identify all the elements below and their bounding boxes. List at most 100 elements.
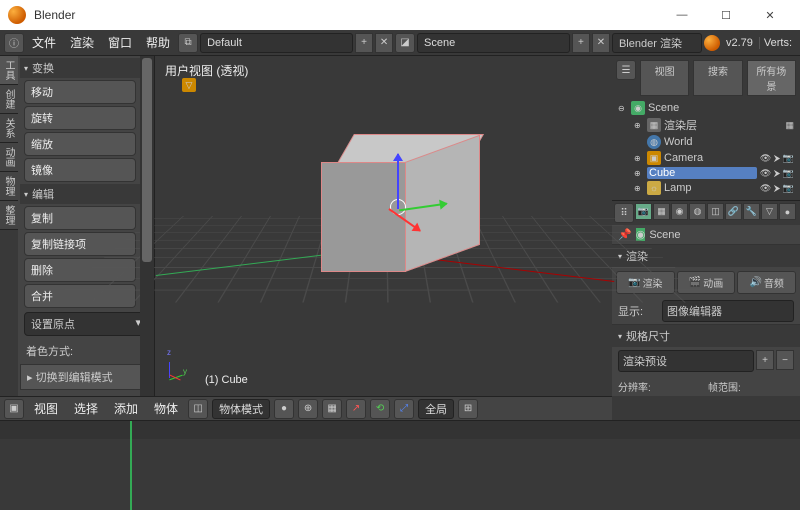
scene-browse-icon[interactable]: ◪ bbox=[395, 33, 415, 53]
viewport-3d[interactable]: 用户视图 (透视) z y (1) Cube bbox=[155, 56, 612, 396]
menu-window[interactable]: 窗口 bbox=[102, 32, 138, 53]
mode-select[interactable]: 物体模式 bbox=[212, 399, 270, 419]
shading-solid-icon[interactable]: ● bbox=[274, 399, 294, 419]
toolshelf-scrollbar[interactable] bbox=[140, 56, 154, 396]
ptab-modifiers[interactable]: 🔧 bbox=[743, 203, 760, 220]
dimensions-section-header[interactable]: 规格尺寸 bbox=[612, 325, 800, 347]
framerange-label: 帧范围: bbox=[708, 377, 794, 396]
switch-editmode-button[interactable]: ▸ 切换到编辑模式 bbox=[20, 364, 152, 390]
layout-field[interactable]: Default bbox=[200, 33, 353, 53]
ptab-render[interactable]: 📷 bbox=[635, 203, 652, 220]
layers-widget[interactable]: ▦ bbox=[322, 399, 342, 419]
active-object-label: (1) Cube bbox=[205, 374, 248, 386]
minimize-button[interactable]: — bbox=[660, 0, 704, 30]
stats-label: Verts: bbox=[759, 37, 796, 49]
right-panel: ☰ 视图 搜索 所有场景 ⊖◉Scene ⊕▦渲染层▦ ◍World ⊕▣Cam… bbox=[612, 56, 800, 396]
outliner-row-lamp[interactable]: ⊕☼Lamp👁 ⮞ 📷 bbox=[618, 180, 794, 196]
mirror-button[interactable]: 镜像 bbox=[24, 158, 136, 182]
viewport-editor-icon[interactable]: ▣ bbox=[4, 399, 24, 419]
maximize-button[interactable]: ☐ bbox=[704, 0, 748, 30]
shading-label: 着色方式: bbox=[20, 340, 152, 362]
outliner-tab-view[interactable]: 视图 bbox=[640, 60, 689, 96]
vpmenu-object[interactable]: 物体 bbox=[148, 398, 184, 419]
cube-object[interactable] bbox=[337, 134, 477, 274]
outliner-tab-allscenes[interactable]: 所有场景 bbox=[747, 60, 796, 96]
layout-remove-button[interactable]: ✕ bbox=[375, 33, 393, 53]
mini-axis-icon: z y bbox=[165, 352, 195, 382]
manipulator-rotate-icon[interactable]: ⟲ bbox=[370, 399, 390, 419]
translate-button[interactable]: 移动 bbox=[24, 80, 136, 104]
outliner-editor-icon[interactable]: ☰ bbox=[616, 60, 636, 80]
tooltab-physics[interactable]: 物理 bbox=[0, 172, 18, 201]
window-titlebar: Blender — ☐ ✕ bbox=[0, 0, 800, 30]
outliner-scene-row[interactable]: ⊖◉Scene bbox=[618, 100, 794, 116]
outliner: ☰ 视图 搜索 所有场景 ⊖◉Scene ⊕▦渲染层▦ ◍World ⊕▣Cam… bbox=[612, 56, 800, 200]
info-header: ⓘ 文件 渲染 窗口 帮助 ⧉ Default + ✕ ◪ Scene + ✕ … bbox=[0, 30, 800, 56]
outliner-tab-search[interactable]: 搜索 bbox=[693, 60, 742, 96]
menu-file[interactable]: 文件 bbox=[26, 32, 62, 53]
tooltab-tools[interactable]: 工具 bbox=[0, 56, 18, 85]
ptab-object[interactable]: ◫ bbox=[707, 203, 724, 220]
tooltab-create[interactable]: 创建 bbox=[0, 85, 18, 114]
preset-add-button[interactable]: + bbox=[756, 350, 774, 370]
blender-logo-icon bbox=[8, 6, 26, 24]
mesh-icon: ▽ bbox=[182, 78, 196, 92]
display-label: 显示: bbox=[618, 303, 658, 319]
outliner-tree: ⊖◉Scene ⊕▦渲染层▦ ◍World ⊕▣Camera👁 ⮞ 📷 ⊕▽Cu… bbox=[614, 98, 798, 198]
lamp-icon: ☼ bbox=[647, 181, 661, 195]
vpmenu-select[interactable]: 选择 bbox=[68, 398, 104, 419]
scene-field[interactable]: Scene bbox=[417, 33, 570, 53]
scale-button[interactable]: 缩放 bbox=[24, 132, 136, 156]
orientation-select[interactable]: 全局 bbox=[418, 399, 454, 419]
vpmenu-view[interactable]: 视图 bbox=[28, 398, 64, 419]
layout-browse-icon[interactable]: ⧉ bbox=[178, 33, 198, 53]
blender-icon bbox=[704, 35, 720, 51]
outliner-row-camera[interactable]: ⊕▣Camera👁 ⮞ 📷 bbox=[618, 150, 794, 166]
outliner-row-cube[interactable]: ⊕▽Cube👁 ⮞ 📷 bbox=[618, 166, 794, 180]
display-select[interactable]: 图像编辑器 bbox=[662, 300, 794, 322]
tool-panel: 变换 移动 旋转 缩放 镜像 编辑 复制 复制链接项 删除 合并 设置原点▾ 着… bbox=[18, 56, 154, 396]
close-button[interactable]: ✕ bbox=[748, 0, 792, 30]
menu-help[interactable]: 帮助 bbox=[140, 32, 176, 53]
gizmo-z-arrow[interactable] bbox=[397, 154, 399, 209]
timeline-playhead[interactable] bbox=[130, 421, 132, 510]
tooltab-relations[interactable]: 关系 bbox=[0, 114, 18, 143]
scene-remove-button[interactable]: ✕ bbox=[592, 33, 610, 53]
preset-remove-button[interactable]: − bbox=[776, 350, 794, 370]
manipulator-translate-icon[interactable]: ↗ bbox=[346, 399, 366, 419]
timeline-ruler[interactable] bbox=[0, 421, 800, 439]
snap-icon[interactable]: ⊞ bbox=[458, 399, 478, 419]
render-preset-select[interactable]: 渲染预设 bbox=[618, 350, 754, 372]
layout-add-button[interactable]: + bbox=[355, 33, 373, 53]
ptab-scene[interactable]: ◉ bbox=[671, 203, 688, 220]
viewport-header: ▣ 视图 选择 添加 物体 ◫ 物体模式 ● ⊕ ▦ ↗ ⟲ ⤢ 全局 ⊞ bbox=[0, 396, 612, 420]
ptab-world[interactable]: ◍ bbox=[689, 203, 706, 220]
transform-header[interactable]: 变换 bbox=[20, 58, 152, 78]
resolution-label: 分辨率: bbox=[618, 377, 704, 396]
duplicate-button[interactable]: 复制 bbox=[24, 206, 136, 230]
manipulator-scale-icon[interactable]: ⤢ bbox=[394, 399, 414, 419]
ptab-material[interactable]: ● bbox=[779, 203, 796, 220]
rotate-button[interactable]: 旋转 bbox=[24, 106, 136, 130]
outliner-row-world[interactable]: ◍World bbox=[618, 134, 794, 150]
ptab-constraints[interactable]: 🔗 bbox=[725, 203, 742, 220]
viewport-canvas[interactable]: z y (1) Cube bbox=[155, 56, 612, 396]
tooltab-greasepencil[interactable]: 整理 bbox=[0, 201, 18, 230]
edit-header[interactable]: 编辑 bbox=[20, 184, 152, 204]
timeline-editor[interactable] bbox=[0, 420, 800, 510]
menu-render[interactable]: 渲染 bbox=[64, 32, 100, 53]
pivot-icon[interactable]: ⊕ bbox=[298, 399, 318, 419]
mode-icon[interactable]: ◫ bbox=[188, 399, 208, 419]
outliner-row-renderlayers[interactable]: ⊕▦渲染层▦ bbox=[618, 116, 794, 134]
scene-icon: ◉ bbox=[631, 101, 645, 115]
scene-add-button[interactable]: + bbox=[572, 33, 590, 53]
audio-button[interactable]: 🔊音频 bbox=[737, 271, 796, 294]
vpmenu-add[interactable]: 添加 bbox=[108, 398, 144, 419]
tooltab-anim[interactable]: 动画 bbox=[0, 143, 18, 172]
layers-icon: ▦ bbox=[647, 118, 661, 132]
editor-type-icon[interactable]: ⓘ bbox=[4, 33, 24, 53]
set-origin-dropdown[interactable]: 设置原点▾ bbox=[24, 312, 148, 336]
ptab-data[interactable]: ▽ bbox=[761, 203, 778, 220]
ptab-renderlayers[interactable]: ▦ bbox=[653, 203, 670, 220]
render-engine-select[interactable]: Blender 渲染 bbox=[612, 33, 702, 53]
